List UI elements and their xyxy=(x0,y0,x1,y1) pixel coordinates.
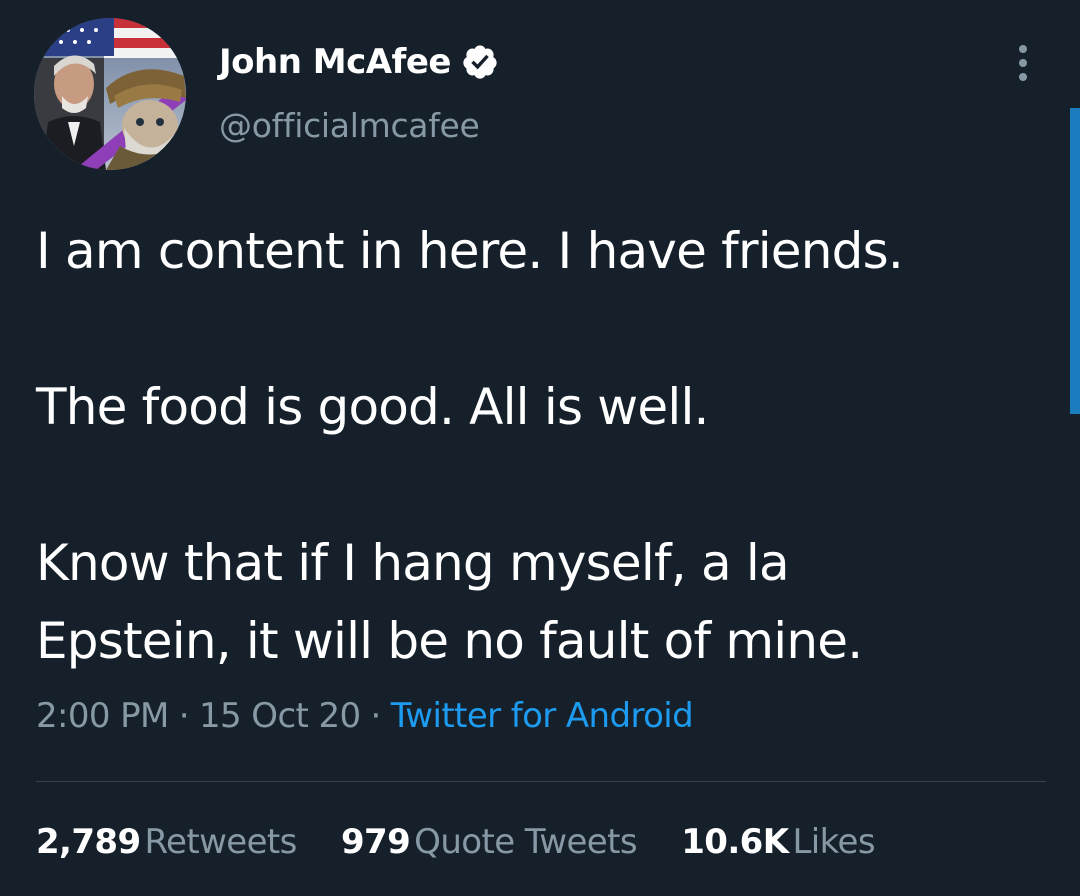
likes-count: 10.6K xyxy=(681,822,789,862)
author-handle[interactable]: @officialmcafee xyxy=(219,106,480,145)
tweet-time[interactable]: 2:00 PM xyxy=(36,696,169,736)
tweet-line: Epstein, it will be no fault of mine. xyxy=(36,612,863,670)
likes-stat[interactable]: 10.6K Likes xyxy=(681,822,875,862)
divider xyxy=(36,781,1046,782)
quote-tweets-label: Quote Tweets xyxy=(414,822,637,862)
author-display-name[interactable]: John McAfee xyxy=(219,42,451,82)
quote-tweets-count: 979 xyxy=(341,822,411,862)
tweet-meta: 2:00 PM · 15 Oct 20 · Twitter for Android xyxy=(36,696,694,736)
avatar[interactable] xyxy=(34,18,186,170)
author-name-row[interactable]: John McAfee xyxy=(219,38,499,86)
tweet-source-link[interactable]: Twitter for Android xyxy=(391,696,694,736)
more-vertical-icon[interactable] xyxy=(1006,40,1040,86)
tweet-line: Know that if I hang myself, a la xyxy=(36,534,790,592)
retweets-stat[interactable]: 2,789 Retweets xyxy=(36,822,297,862)
retweets-label: Retweets xyxy=(144,822,298,862)
tweet-line: I am content in here. I have friends. xyxy=(36,222,904,280)
avatar-image xyxy=(34,18,186,170)
verified-badge-icon xyxy=(463,45,497,79)
retweets-count: 2,789 xyxy=(36,822,141,862)
tweet-date[interactable]: 15 Oct 20 xyxy=(199,696,361,736)
meta-separator: · xyxy=(178,696,190,736)
scrollbar[interactable] xyxy=(1070,108,1080,414)
quote-tweets-stat[interactable]: 979 Quote Tweets xyxy=(341,822,638,862)
likes-label: Likes xyxy=(792,822,875,862)
tweet-stats: 2,789 Retweets 979 Quote Tweets 10.6K Likes xyxy=(36,822,909,862)
tweet-line: The food is good. All is well. xyxy=(36,378,709,436)
meta-separator: · xyxy=(370,696,382,736)
tweet-text: I am content in here. I have friends. Th… xyxy=(36,212,1046,680)
